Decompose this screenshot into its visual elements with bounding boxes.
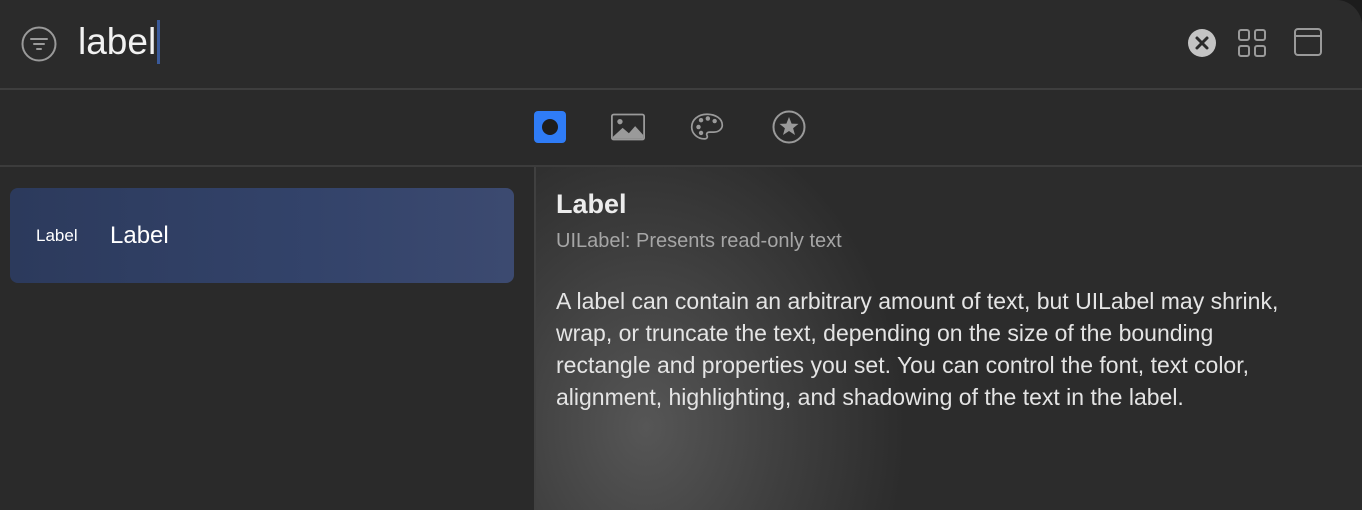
item-title: Label [110, 222, 169, 249]
color-palette-tab-icon[interactable] [690, 110, 724, 144]
window-icon[interactable] [1293, 27, 1323, 57]
search-bar: label [0, 0, 1362, 90]
clear-search-icon[interactable] [1187, 28, 1217, 58]
library-tabs [0, 90, 1362, 167]
filter-icon[interactable] [21, 26, 57, 62]
objects-tab-icon[interactable] [533, 110, 567, 144]
library-item-list: Label Label [0, 167, 535, 510]
detail-subtitle: UILabel: Presents read-only text [556, 230, 842, 252]
grid-view-icon[interactable] [1237, 28, 1267, 58]
library-window: label Label Label Label UILabel: Present… [0, 0, 1362, 510]
text-caret [157, 20, 161, 64]
search-query-text: label [78, 21, 157, 62]
item-preview: Label [36, 226, 78, 245]
list-item[interactable]: Label Label [10, 188, 514, 283]
detail-description: A label can contain an arbitrary amount … [556, 288, 1279, 410]
star-tab-icon[interactable] [772, 110, 806, 144]
detail-title: Label [556, 189, 627, 219]
detail-pane: Label UILabel: Presents read-only text A… [536, 167, 1362, 510]
search-input[interactable]: label [78, 18, 161, 66]
image-tab-icon[interactable] [611, 110, 645, 144]
